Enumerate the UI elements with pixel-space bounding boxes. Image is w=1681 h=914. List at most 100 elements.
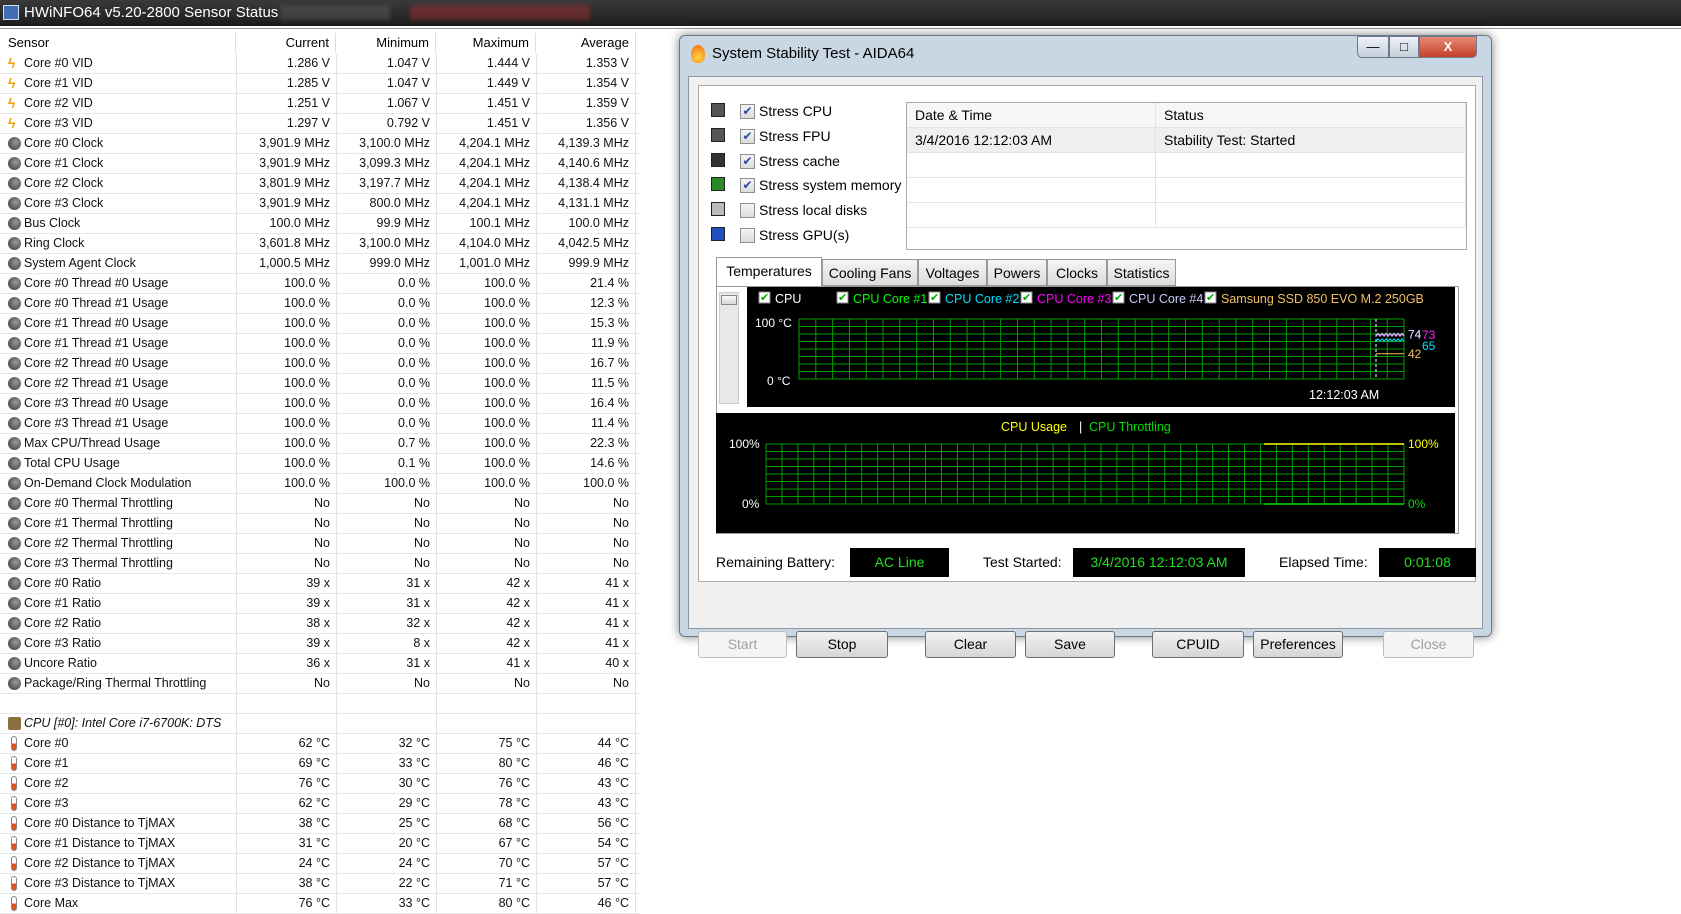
sensor-row[interactable]: Core #1 Distance to TjMAX 31 °C 20 °C 67 °C… [0, 834, 640, 854]
maximize-button[interactable]: □ [1389, 36, 1419, 58]
tab-powers[interactable]: Powers [987, 259, 1047, 286]
sensor-row[interactable]: Core #0 62 °C 32 °C 75 °C 44 °C [0, 734, 640, 754]
sensor-row[interactable]: Package/Ring Thermal Throttling No No No No [0, 674, 640, 694]
sensor-row[interactable]: ϟ Core #2 VID 1.251 V 1.067 V 1.451 V 1.359 V [0, 94, 640, 114]
sensor-row[interactable]: Core #0 Thermal Throttling No No No No [0, 494, 640, 514]
sensor-row[interactable]: Core #0 Distance to TjMAX 38 °C 25 °C 68 °C… [0, 814, 640, 834]
close-button[interactable]: Close [1383, 631, 1474, 658]
close-window-button[interactable]: X [1419, 36, 1477, 58]
checkbox-stress-cpu[interactable]: ✔ [740, 104, 755, 119]
sensor-row[interactable]: Core #2 Clock 3,801.9 MHz 3,197.7 MHz 4,204… [0, 174, 640, 194]
tab-statistics[interactable]: Statistics [1107, 259, 1176, 286]
sensor-row[interactable]: Core #3 Thread #1 Usage 100.0 % 0.0 % 100.0… [0, 414, 640, 434]
sensor-average: No [536, 674, 636, 694]
sensor-row[interactable]: Core #2 Thread #1 Usage 100.0 % 0.0 % 100.0… [0, 374, 640, 394]
save-button[interactable]: Save [1025, 631, 1115, 658]
clear-button[interactable]: Clear [925, 631, 1016, 658]
sensor-row[interactable]: Core #2 Thread #0 Usage 100.0 % 0.0 % 100.0… [0, 354, 640, 374]
test-started-label: Test Started: [983, 554, 1062, 570]
sensor-minimum [336, 714, 436, 734]
sensor-row[interactable]: Core #1 Clock 3,901.9 MHz 3,099.3 MHz 4,204… [0, 154, 640, 174]
label-stress-gpu-s[interactable]: Stress GPU(s) [759, 227, 849, 243]
column-header-maximum[interactable]: Maximum [436, 33, 536, 53]
checkbox-stress-gpu-s[interactable] [740, 228, 755, 243]
sensor-row[interactable]: Core #2 Ratio 38 x 32 x 42 x 41 x [0, 614, 640, 634]
sensor-row[interactable]: Core #3 Thread #0 Usage 100.0 % 0.0 % 100.0… [0, 394, 640, 414]
sensor-row[interactable]: Core #1 Thread #0 Usage 100.0 % 0.0 % 100.0… [0, 314, 640, 334]
sensor-row[interactable]: Core #2 Distance to TjMAX 24 °C 24 °C 70 °C… [0, 854, 640, 874]
checkbox-stress-fpu[interactable]: ✔ [740, 128, 755, 144]
sensor-row[interactable]: Core #2 76 °C 30 °C 76 °C 43 °C [0, 774, 640, 794]
sensor-row[interactable]: Core #0 Clock 3,901.9 MHz 3,100.0 MHz 4,204… [0, 134, 640, 154]
sensor-row[interactable]: ϟ Core #3 VID 1.297 V 0.792 V 1.451 V 1.356 V [0, 114, 640, 134]
sensor-row[interactable]: Bus Clock 100.0 MHz 99.9 MHz 100.1 MHz 100.0… [0, 214, 640, 234]
sensor-row[interactable]: Max CPU/Thread Usage 100.0 % 0.7 % 100.0 % 2… [0, 434, 640, 454]
sensor-row[interactable]: System Agent Clock 1,000.5 MHz 999.0 MHz 1,… [0, 254, 640, 274]
sensor-average: 57 °C [536, 854, 636, 874]
sensor-row[interactable]: Core #3 Thermal Throttling No No No No [0, 554, 640, 574]
label-stress-system-memory[interactable]: Stress system memory [759, 177, 901, 193]
sensor-row[interactable]: Core #3 Distance to TjMAX 38 °C 22 °C 71 °C… [0, 874, 640, 894]
legend-check-icon: ✔ [760, 292, 769, 304]
start-button[interactable]: Start [698, 631, 787, 658]
minimize-button[interactable]: — [1357, 36, 1389, 58]
column-header-current[interactable]: Current [236, 33, 336, 53]
label-stress-cpu[interactable]: Stress CPU [759, 103, 832, 119]
sensor-row[interactable]: Core #0 Ratio 39 x 31 x 42 x 41 x [0, 574, 640, 594]
sensor-row[interactable]: Core #1 Ratio 39 x 31 x 42 x 41 x [0, 594, 640, 614]
sensor-row[interactable]: Core #3 62 °C 29 °C 78 °C 43 °C [0, 794, 640, 814]
sensor-row[interactable]: Core #2 Thermal Throttling No No No No [0, 534, 640, 554]
log-header-datetime[interactable]: Date & Time [907, 103, 1156, 128]
sensor-maximum: 100.0 % [436, 474, 536, 494]
sensor-row[interactable]: Core #1 Thread #1 Usage 100.0 % 0.0 % 100.0… [0, 334, 640, 354]
sensor-row[interactable]: On-Demand Clock Modulation 100.0 % 100.0 %… [0, 474, 640, 494]
stop-button[interactable]: Stop [796, 631, 888, 658]
label-stress-cache[interactable]: Stress cache [759, 153, 840, 169]
sensor-row[interactable]: Ring Clock 3,601.8 MHz 3,100.0 MHz 4,104.0 … [0, 234, 640, 254]
sensor-group-header[interactable]: CPU [#0]: Intel Core i7-6700K: DTS [0, 714, 640, 734]
column-header-sensor[interactable]: Sensor [0, 33, 236, 53]
sensor-average: 12.3 % [536, 294, 636, 314]
scrollbar-thumb[interactable] [721, 295, 737, 305]
sensor-row[interactable]: Core #1 69 °C 33 °C 80 °C 46 °C [0, 754, 640, 774]
sensor-row[interactable]: ϟ Core #1 VID 1.285 V 1.047 V 1.449 V 1.354 V [0, 74, 640, 94]
cpu-usage-graph: CPU Usage | CPU Throttling 100% 0% 100% 0% [716, 413, 1455, 533]
sensor-row[interactable]: Uncore Ratio 36 x 31 x 41 x 40 x [0, 654, 640, 674]
sensor-row[interactable]: Core #3 Ratio 39 x8 x 42 x 41 x [0, 634, 640, 654]
blank-row[interactable] [0, 694, 640, 714]
label-stress-local-disks[interactable]: Stress local disks [759, 202, 867, 218]
sensor-row[interactable]: ϟ Core #0 VID 1.286 V 1.047 V 1.444 V 1.353 V [0, 54, 640, 74]
label-stress-fpu[interactable]: Stress FPU [759, 128, 831, 144]
sensor-row[interactable]: Core #3 Clock 3,901.9 MHz 800.0 MHz 4,204.1… [0, 194, 640, 214]
voltage-bolt-icon: ϟ [8, 95, 16, 111]
sensor-row[interactable]: Total CPU Usage 100.0 % 0.1 % 100.0 % 14.6 % [0, 454, 640, 474]
cpuid-button[interactable]: CPUID [1152, 631, 1244, 658]
sensor-minimum: 30 °C [336, 774, 436, 794]
thermometer-icon [11, 736, 17, 751]
preferences-button[interactable]: Preferences [1253, 631, 1343, 658]
column-header-average[interactable]: Average [536, 33, 636, 53]
graph-scrollbar[interactable] [719, 292, 739, 404]
log-cell-status[interactable]: Stability Test: Started [1156, 128, 1466, 153]
checkbox-stress-cache[interactable]: ✔ [740, 153, 755, 169]
checkbox-stress-local-disks[interactable] [740, 203, 755, 219]
sensor-row[interactable]: Core Max 76 °C 33 °C 80 °C 46 °C [0, 894, 640, 914]
column-header-minimum[interactable]: Minimum [336, 33, 436, 53]
sensor-row[interactable]: Core #1 Thermal Throttling No No No No [0, 514, 640, 534]
tab-cooling-fans[interactable]: Cooling Fans [822, 259, 918, 286]
gauge-icon [8, 417, 21, 430]
tab-temperatures[interactable]: Temperatures [716, 257, 822, 286]
current-value-cpu-usage: 100% [1408, 437, 1439, 451]
log-header-status[interactable]: Status [1156, 103, 1466, 128]
sensor-row[interactable]: Core #0 Thread #0 Usage 100.0 % 0.0 % 100.0… [0, 274, 640, 294]
checkbox-stress-system-memory[interactable]: ✔ [740, 178, 755, 194]
sensor-minimum: 0.0 % [336, 394, 436, 414]
sensor-name: Core #2 VID [24, 96, 93, 110]
log-cell-datetime[interactable]: 3/4/2016 12:12:03 AM [907, 128, 1156, 153]
sensor-maximum: 100.0 % [436, 314, 536, 334]
sensor-row[interactable]: Core #0 Thread #1 Usage 100.0 % 0.0 % 100.0… [0, 294, 640, 314]
sensor-name: Core #3 Thread #0 Usage [24, 396, 169, 410]
tab-voltages[interactable]: Voltages [918, 259, 987, 286]
legend-check-icon: ✔ [930, 292, 939, 304]
tab-clocks[interactable]: Clocks [1047, 259, 1107, 286]
